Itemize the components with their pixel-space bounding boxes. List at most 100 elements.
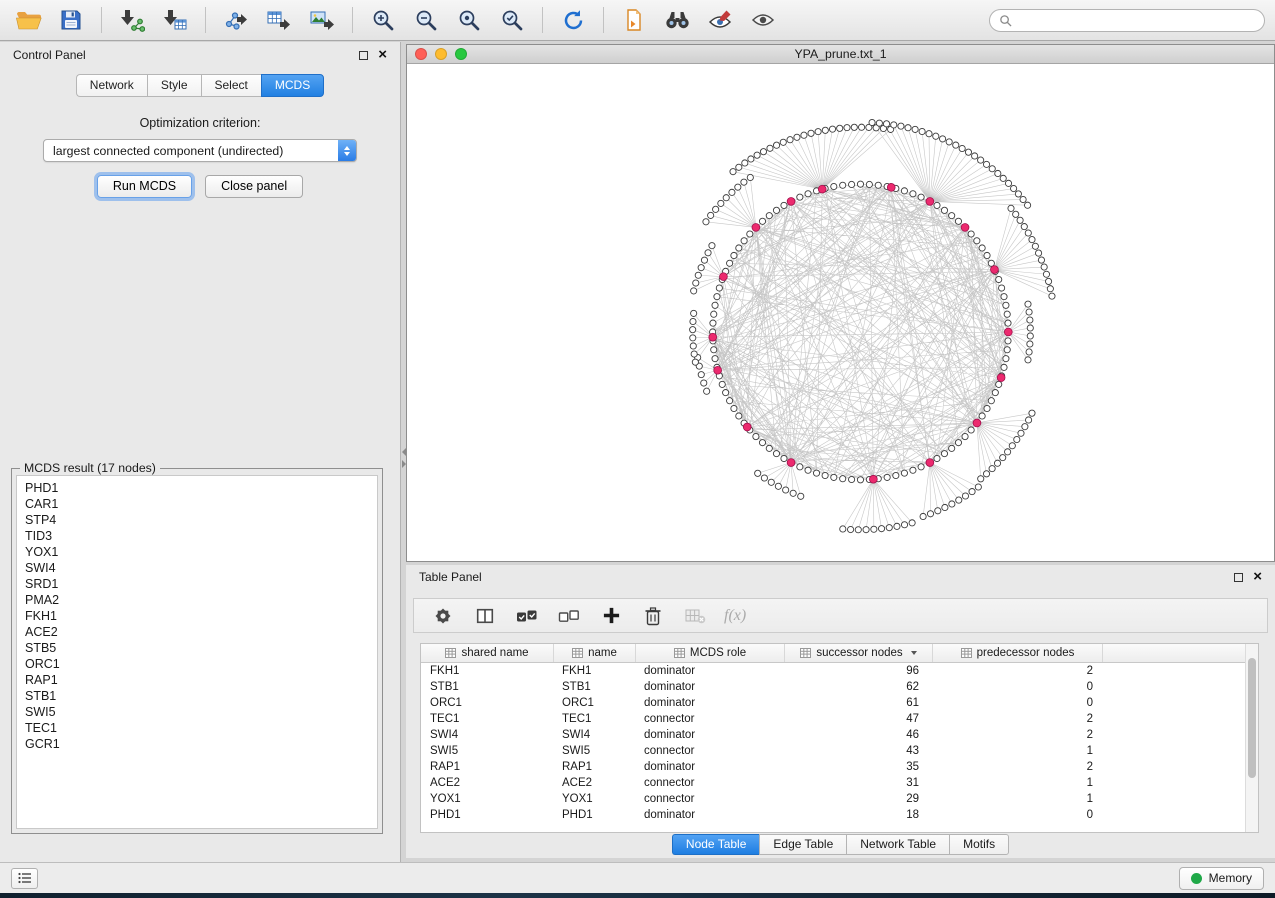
table-cell: STB1 <box>554 679 636 695</box>
tab-network[interactable]: Network <box>76 74 147 97</box>
table-scrollbar[interactable] <box>1245 644 1258 832</box>
tab-node-table[interactable]: Node Table <box>672 834 760 855</box>
column-header-name[interactable]: name <box>554 644 636 662</box>
maximize-window-icon[interactable] <box>455 48 467 60</box>
search-box[interactable] <box>989 9 1265 32</box>
open-folder-icon[interactable] <box>10 5 46 35</box>
table-row[interactable]: STB1STB1dominator620 <box>421 679 1245 695</box>
float-table-panel-icon[interactable] <box>1234 573 1243 582</box>
table-cell: 2 <box>933 727 1103 743</box>
result-item[interactable]: PHD1 <box>17 480 377 496</box>
table-row[interactable]: ACE2ACE2connector311 <box>421 775 1245 791</box>
show-columns-icon[interactable] <box>472 603 498 629</box>
close-window-icon[interactable] <box>415 48 427 60</box>
table-row[interactable]: SWI5SWI5connector431 <box>421 743 1245 759</box>
result-item[interactable]: SRD1 <box>17 576 377 592</box>
result-item[interactable]: ACE2 <box>17 624 377 640</box>
zoom-out-icon[interactable] <box>408 5 444 35</box>
tab-mcds[interactable]: MCDS <box>261 74 324 97</box>
network-window-title: YPA_prune.txt_1 <box>794 47 886 61</box>
column-header-predecessor-nodes[interactable]: predecessor nodes <box>933 644 1103 662</box>
export-table-icon[interactable] <box>261 5 297 35</box>
result-item[interactable]: ORC1 <box>17 656 377 672</box>
network-snapshot-icon[interactable] <box>616 5 652 35</box>
table-body: FKH1FKH1dominator962STB1STB1dominator620… <box>421 663 1258 823</box>
tab-network-table[interactable]: Network Table <box>846 834 949 855</box>
export-image-icon[interactable] <box>304 5 340 35</box>
save-icon[interactable] <box>53 5 89 35</box>
dropdown-stepper-icon[interactable] <box>338 140 356 161</box>
table-cell: TEC1 <box>554 711 636 727</box>
tab-select[interactable]: Select <box>201 74 261 97</box>
column-header-successor-nodes[interactable]: successor nodes <box>785 644 933 662</box>
import-table-icon[interactable] <box>157 5 193 35</box>
scrollbar-thumb[interactable] <box>1248 658 1256 778</box>
close-panel-button[interactable]: Close panel <box>205 175 303 198</box>
select-all-icon[interactable] <box>514 603 540 629</box>
table-row[interactable]: FKH1FKH1dominator962 <box>421 663 1245 679</box>
table-cell: ACE2 <box>554 775 636 791</box>
zoom-selected-icon[interactable] <box>494 5 530 35</box>
tab-edge-table[interactable]: Edge Table <box>759 834 846 855</box>
tab-style[interactable]: Style <box>147 74 201 97</box>
result-item[interactable]: STB5 <box>17 640 377 656</box>
result-item[interactable]: TID3 <box>17 528 377 544</box>
table-cell: 18 <box>785 807 933 823</box>
table-cell: STB1 <box>421 679 554 695</box>
export-network-icon[interactable] <box>218 5 254 35</box>
table-row[interactable]: RAP1RAP1dominator352 <box>421 759 1245 775</box>
result-item[interactable]: STB1 <box>17 688 377 704</box>
result-item[interactable]: STP4 <box>17 512 377 528</box>
zoom-in-icon[interactable] <box>365 5 401 35</box>
run-mcds-button[interactable]: Run MCDS <box>97 175 192 198</box>
result-item[interactable]: CAR1 <box>17 496 377 512</box>
close-table-panel-icon[interactable]: × <box>1253 572 1262 582</box>
network-canvas[interactable] <box>407 64 1274 561</box>
clear-selection-icon[interactable] <box>556 603 582 629</box>
result-item[interactable]: SWI4 <box>17 560 377 576</box>
result-item[interactable]: PMA2 <box>17 592 377 608</box>
list-icon <box>18 872 32 884</box>
refresh-icon[interactable] <box>555 5 591 35</box>
import-network-icon[interactable] <box>114 5 150 35</box>
table-row[interactable]: SWI4SWI4dominator462 <box>421 727 1245 743</box>
table-cell: 2 <box>933 663 1103 679</box>
mcds-result-list[interactable]: PHD1CAR1STP4TID3YOX1SWI4SRD1PMA2FKH1ACE2… <box>16 475 378 829</box>
column-header-shared-name[interactable]: shared name <box>421 644 554 662</box>
table-cell: connector <box>636 791 785 807</box>
column-header-mcds-role[interactable]: MCDS role <box>636 644 785 662</box>
graphics-details-icon[interactable] <box>702 5 738 35</box>
result-item[interactable]: RAP1 <box>17 672 377 688</box>
result-item[interactable]: SWI5 <box>17 704 377 720</box>
main-toolbar <box>0 0 1275 41</box>
zoom-fit-icon[interactable] <box>451 5 487 35</box>
result-item[interactable]: FKH1 <box>17 608 377 624</box>
network-window-titlebar[interactable]: YPA_prune.txt_1 <box>407 45 1274 64</box>
result-item[interactable]: TEC1 <box>17 720 377 736</box>
table-row[interactable]: PHD1PHD1dominator180 <box>421 807 1245 823</box>
result-item[interactable]: GCR1 <box>17 736 377 752</box>
table-cell: 0 <box>933 679 1103 695</box>
tab-motifs[interactable]: Motifs <box>949 834 1009 855</box>
memory-button[interactable]: Memory <box>1179 867 1264 890</box>
toolbar-separator <box>542 7 543 33</box>
table-toolbar: f(x) <box>413 598 1268 633</box>
delete-column-icon[interactable] <box>640 603 666 629</box>
table-cell <box>1103 727 1245 743</box>
toolbar-separator <box>352 7 353 33</box>
add-column-icon[interactable] <box>598 603 624 629</box>
result-item[interactable]: YOX1 <box>17 544 377 560</box>
minimize-window-icon[interactable] <box>435 48 447 60</box>
table-row[interactable]: YOX1YOX1connector291 <box>421 791 1245 807</box>
table-row[interactable]: TEC1TEC1connector472 <box>421 711 1245 727</box>
search-input[interactable] <box>1018 13 1255 27</box>
table-row[interactable]: ORC1ORC1dominator610 <box>421 695 1245 711</box>
show-hide-icon[interactable] <box>745 5 781 35</box>
optimization-criterion-dropdown[interactable]: largest connected component (undirected) <box>43 139 357 162</box>
gear-icon[interactable] <box>430 603 456 629</box>
close-panel-icon[interactable]: × <box>378 50 387 60</box>
status-menu-button[interactable] <box>11 868 38 889</box>
float-panel-icon[interactable] <box>359 51 368 60</box>
function-builder-icon: f(x) <box>724 607 746 625</box>
find-icon[interactable] <box>659 5 695 35</box>
